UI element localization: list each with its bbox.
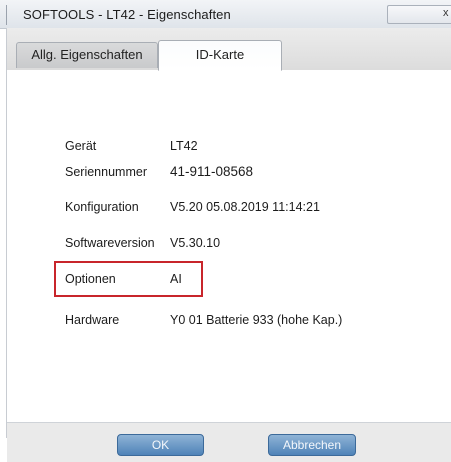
label-softwareversion: Softwareversion	[65, 236, 155, 250]
tab-id-karte[interactable]: ID-Karte	[158, 40, 282, 71]
label-konfiguration: Konfiguration	[65, 200, 139, 214]
value-konfiguration: V5.20 05.08.2019 11:14:21	[170, 200, 320, 214]
button-bar	[7, 422, 451, 462]
value-geraet: LT42	[170, 139, 198, 153]
value-hardware: Y0 01 Batterie 933 (hohe Kap.)	[170, 313, 343, 327]
value-seriennummer: 41-911-08568	[170, 164, 254, 179]
label-geraet: Gerät	[65, 139, 97, 153]
close-button[interactable]	[387, 5, 451, 24]
properties-dialog: SOFTOOLS - LT42 - Eigenschaften x Allg. …	[0, 0, 451, 462]
label-seriennummer: Seriennummer	[65, 165, 147, 179]
optionen-highlight-box	[54, 261, 203, 297]
label-hardware: Hardware	[65, 313, 120, 327]
close-icon[interactable]: x	[443, 8, 449, 19]
ok-button[interactable]: OK	[117, 434, 204, 456]
title-bar: SOFTOOLS - LT42 - Eigenschaften x	[0, 0, 451, 29]
window-title: SOFTOOLS - LT42 - Eigenschaften	[23, 7, 231, 22]
window-edge	[6, 5, 7, 25]
value-softwareversion: V5.30.10	[170, 236, 221, 250]
cancel-button[interactable]: Abbrechen	[268, 434, 356, 456]
tab-allg-eigenschaften[interactable]: Allg. Eigenschaften	[16, 42, 158, 68]
